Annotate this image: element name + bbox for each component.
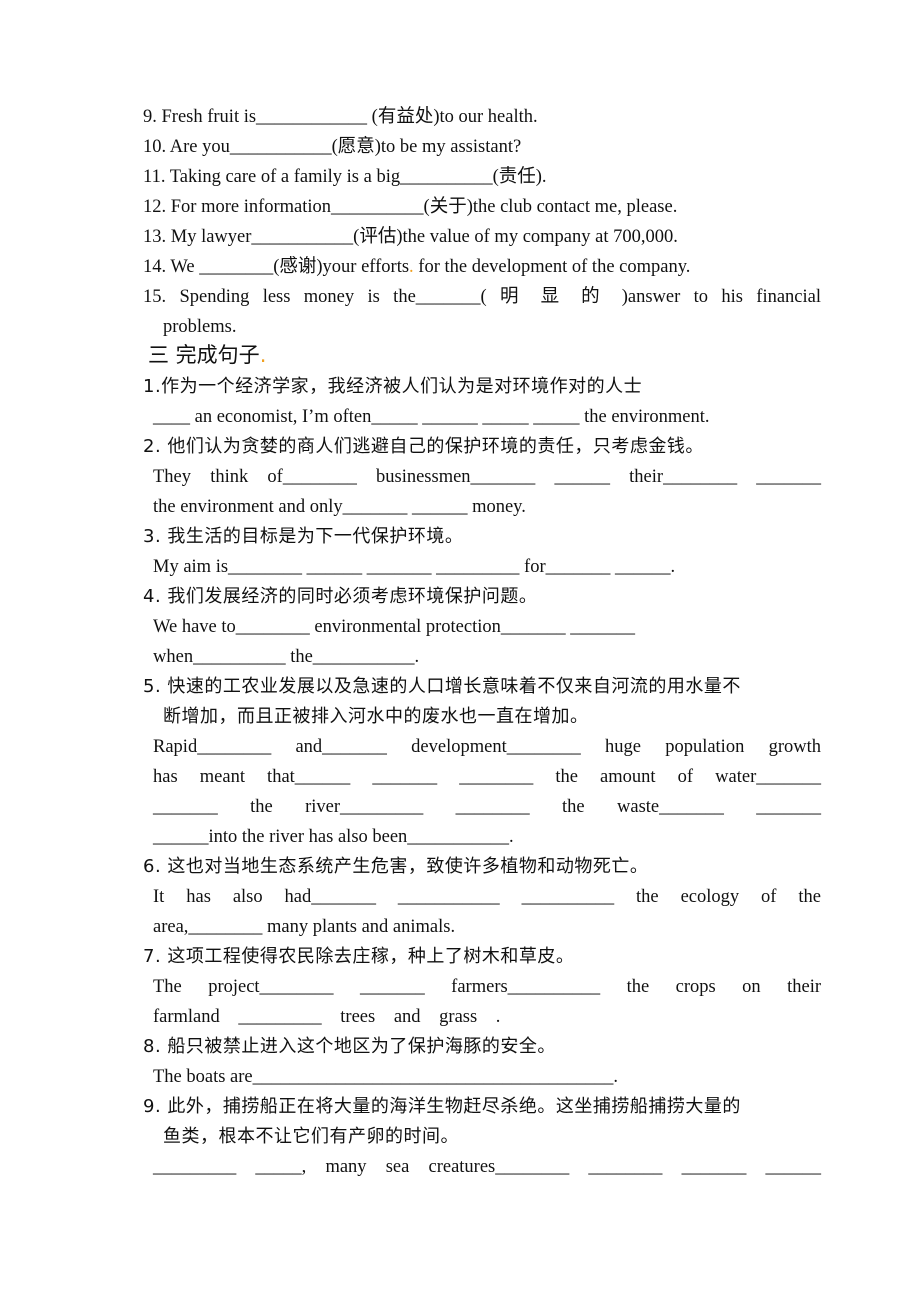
question-chinese: 4. 我们发展经济的同时必须考虑环境保护问题。 xyxy=(143,586,538,607)
exercise-line: 14. We ________(感谢)your efforts. for the… xyxy=(143,256,821,278)
answer-line: We have to________ environmental protect… xyxy=(153,617,635,637)
exercise-line: 11. Taking care of a family is a big____… xyxy=(143,167,547,187)
answer-line: has meant that______ _______ ________ th… xyxy=(153,767,821,787)
exercise-line: 15. Spending less money is the_______( 明… xyxy=(143,287,821,307)
edit-mark: . xyxy=(259,343,267,367)
answer-line: The project________ _______ farmers_____… xyxy=(153,977,821,997)
exercise-text: for the development of the company. xyxy=(413,257,691,277)
question-chinese: 3. 我生活的目标是为下一代保护环境。 xyxy=(143,526,464,547)
exercise-line: 10. Are you___________(愿意)to be my assis… xyxy=(143,137,522,157)
exercise-text: 14. We ________(感谢)your efforts xyxy=(143,257,410,277)
answer-line: ____ an economist, I’m often_____ ______… xyxy=(153,407,710,427)
answer-line: Rapid________ and_______ development____… xyxy=(153,737,821,757)
question-chinese: 1.作为一个经济学家，我经济被人们认为是对环境作对的人士 xyxy=(143,376,643,397)
question-chinese: 5. 快速的工农业发展以及急速的人口增长意味着不仅来自河流的用水量不 xyxy=(143,676,741,697)
answer-line: when__________ the___________. xyxy=(153,647,420,667)
answer-line: The boats are___________________________… xyxy=(153,1067,619,1087)
answer-line: _________ _____, many sea creatures_____… xyxy=(153,1157,821,1177)
question-chinese: 鱼类，根本不让它们有产卵的时间。 xyxy=(163,1126,459,1147)
answer-line: the environment and only_______ ______ m… xyxy=(153,497,526,517)
answer-line: They think of________ businessmen_______… xyxy=(153,467,821,487)
exercise-line: 9. Fresh fruit is____________ (有益处)to ou… xyxy=(143,107,538,127)
answer-line: It has also had_______ ___________ _____… xyxy=(153,887,821,907)
question-chinese: 断增加，而且正被排入河水中的废水也一直在增加。 xyxy=(163,706,589,727)
exercise-line: 13. My lawyer___________(评估)the value of… xyxy=(143,227,678,247)
question-chinese: 6. 这也对当地生态系统产生危害，致使许多植物和动物死亡。 xyxy=(143,856,649,877)
question-chinese: 9. 此外，捕捞船正在将大量的海洋生物赶尽杀绝。这坐捕捞船捕捞大量的 xyxy=(143,1096,741,1117)
question-chinese: 2. 他们认为贪婪的商人们逃避自己的保护环境的责任，只考虑金钱。 xyxy=(143,436,704,457)
document-page: 9. Fresh fruit is____________ (有益处)to ou… xyxy=(0,0,920,1300)
answer-line: ______into the river has also been______… xyxy=(153,827,514,847)
answer-line: _______ the river_________ ________ the … xyxy=(153,797,821,817)
section-heading: 三 完成句子. xyxy=(148,343,267,367)
exercise-line: problems. xyxy=(163,317,237,337)
answer-line: My aim is________ ______ _______ _______… xyxy=(153,557,676,577)
question-chinese: 7. 这项工程使得农民除去庄稼，种上了树木和草皮。 xyxy=(143,946,575,967)
exercise-line: 12. For more information__________(关于)th… xyxy=(143,197,678,217)
answer-line: area,________ many plants and animals. xyxy=(153,917,456,937)
question-chinese: 8. 船只被禁止进入这个地区为了保护海豚的安全。 xyxy=(143,1036,556,1057)
answer-line: farmland _________ trees and grass . xyxy=(153,1007,501,1027)
